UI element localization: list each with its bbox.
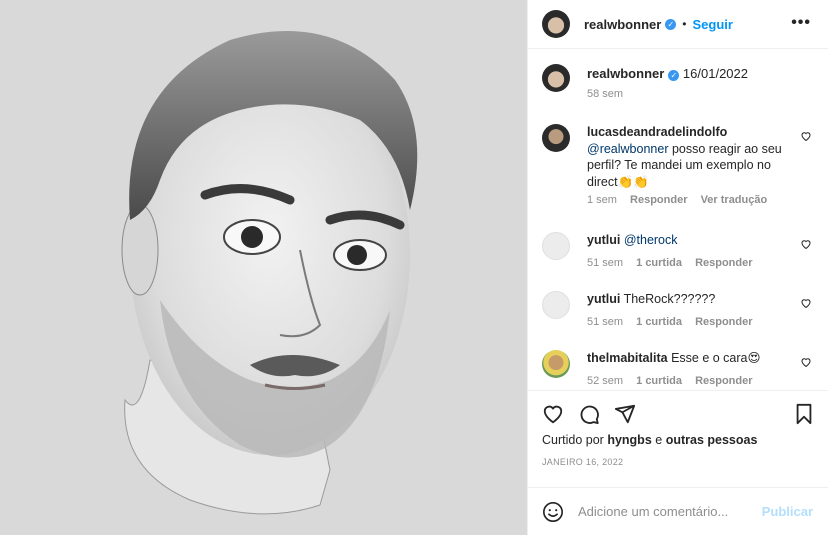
comment-mention[interactable]: @realwbonner	[587, 142, 668, 156]
comment-username[interactable]: lucasdeandradelindolfo	[587, 125, 727, 139]
comment-text: Esse e o cara😍	[671, 351, 761, 365]
liked-user[interactable]: hyngbs	[607, 433, 651, 447]
post-header: realwbonner ✓ • Seguir •••	[528, 0, 828, 49]
liked-others[interactable]: outras pessoas	[666, 433, 758, 447]
caption-avatar[interactable]	[542, 64, 570, 92]
liked-suffix: e	[655, 433, 663, 447]
comment-time[interactable]: 1 sem	[587, 194, 617, 206]
commenter-avatar[interactable]	[542, 350, 570, 378]
comment-likes[interactable]: 1 curtida	[636, 375, 682, 387]
heart-icon[interactable]	[800, 356, 812, 368]
comment-item: yutlui TheRock?????? 51 sem 1 curtida Re…	[542, 291, 812, 328]
comment-bubble-icon[interactable]	[578, 403, 600, 425]
add-comment-bar: Publicar	[528, 487, 828, 535]
comment-item: lucasdeandradelindolfo @realwbonner poss…	[542, 124, 812, 206]
commenter-avatar[interactable]	[542, 124, 570, 152]
author-username[interactable]: realwbonner	[584, 17, 661, 32]
reply-button[interactable]: Responder	[695, 375, 752, 387]
liked-prefix: Curtido por	[542, 433, 604, 447]
translate-button[interactable]: Ver tradução	[701, 194, 768, 206]
verified-badge-icon: ✓	[665, 18, 677, 30]
comment-text: TheRock??????	[623, 292, 716, 306]
reply-button[interactable]: Responder	[695, 316, 752, 328]
heart-icon[interactable]	[800, 238, 812, 250]
post-caption: realwbonner ✓ 16/01/2022 58 sem	[542, 64, 812, 100]
emoji-icon[interactable]	[542, 501, 564, 523]
caption-time[interactable]: 58 sem	[587, 88, 623, 100]
post-image[interactable]	[0, 0, 527, 535]
comment-username[interactable]: yutlui	[587, 233, 620, 247]
comment-username[interactable]: yutlui	[587, 292, 620, 306]
follow-button[interactable]: Seguir	[693, 17, 733, 32]
caption-username[interactable]: realwbonner	[587, 66, 664, 81]
comment-time[interactable]: 51 sem	[587, 316, 623, 328]
separator: •	[682, 17, 687, 31]
publish-button[interactable]: Publicar	[762, 504, 813, 519]
comment-item: yutlui @therock 51 sem 1 curtida Respond…	[542, 232, 812, 269]
like-heart-icon[interactable]	[542, 403, 564, 425]
caption-text: 16/01/2022	[682, 66, 748, 81]
commenter-avatar[interactable]	[542, 232, 570, 260]
comment-item: thelmabitalita Esse e o cara😍 52 sem 1 c…	[542, 350, 812, 387]
author-avatar[interactable]	[542, 10, 570, 38]
comment-time[interactable]: 51 sem	[587, 257, 623, 269]
post-details-panel: realwbonner ✓ • Seguir ••• realwbonner ✓ …	[527, 0, 828, 535]
share-send-icon[interactable]	[614, 403, 636, 425]
comment-likes[interactable]: 1 curtida	[636, 316, 682, 328]
comment-input[interactable]	[578, 504, 758, 519]
comment-likes[interactable]: 1 curtida	[636, 257, 682, 269]
more-horizontal-icon[interactable]: •••	[791, 15, 811, 31]
comment-mention[interactable]: @therock	[624, 233, 678, 247]
commenter-avatar[interactable]	[542, 291, 570, 319]
post-actions: Curtido por hyngbs e outras pessoas JANE…	[528, 390, 828, 486]
reply-button[interactable]: Responder	[630, 194, 687, 206]
heart-icon[interactable]	[800, 297, 812, 309]
comment-time[interactable]: 52 sem	[587, 375, 623, 387]
heart-icon[interactable]	[800, 130, 812, 142]
liked-by: Curtido por hyngbs e outras pessoas	[542, 433, 757, 447]
comment-username[interactable]: thelmabitalita	[587, 351, 668, 365]
verified-badge-icon: ✓	[668, 70, 680, 81]
post-date[interactable]: JANEIRO 16, 2022	[542, 457, 623, 467]
bookmark-icon[interactable]	[793, 403, 815, 425]
reply-button[interactable]: Responder	[695, 257, 752, 269]
portrait-illustration	[121, 31, 418, 515]
